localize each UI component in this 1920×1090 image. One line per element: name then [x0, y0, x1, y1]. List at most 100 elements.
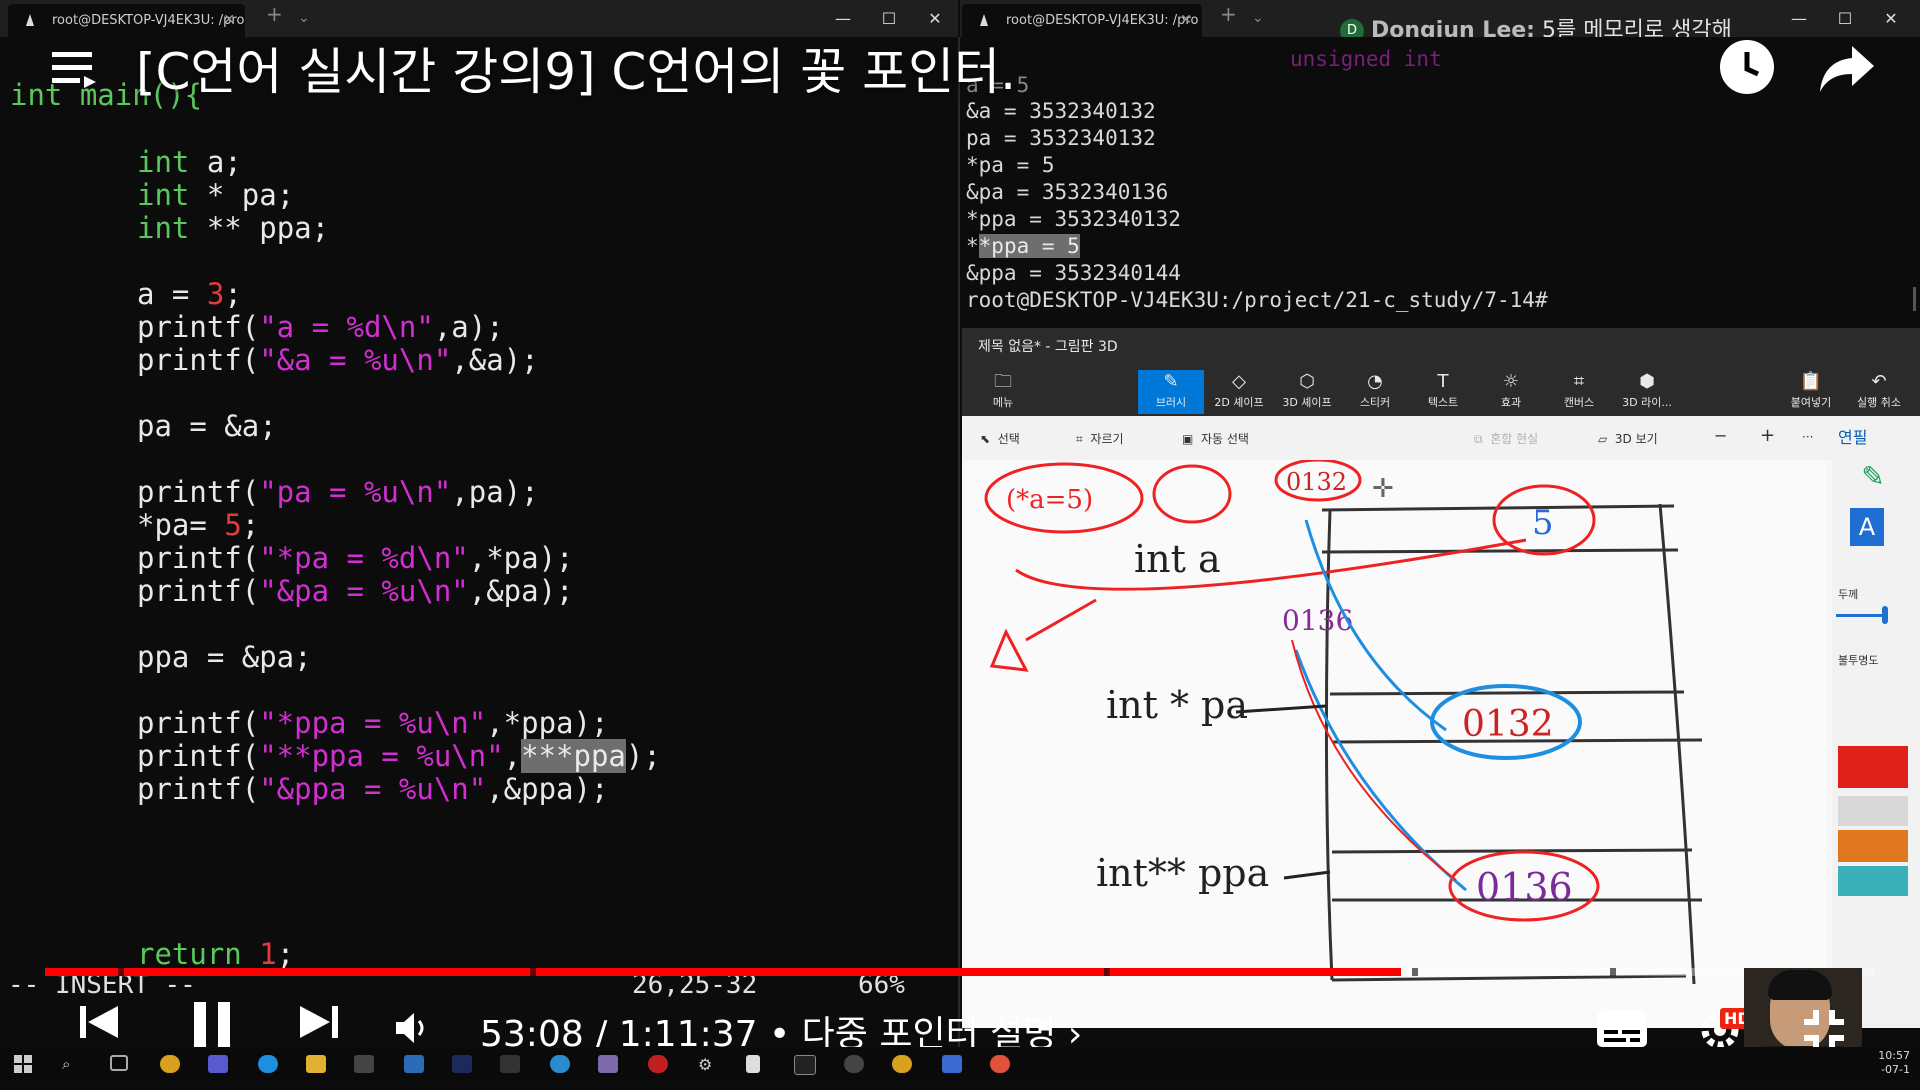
maximize-button[interactable]: ☐	[1822, 0, 1868, 37]
pointer-arrow	[1283, 870, 1331, 880]
terminal-line: **ppa = 5	[966, 234, 1080, 258]
effects-tab[interactable]: ☼ 효과	[1478, 370, 1544, 414]
calligraphy-pen-icon[interactable]: A	[1850, 508, 1884, 546]
code-line: printf("a = %d\n",a);	[137, 310, 504, 344]
chrome-icon[interactable]	[160, 1055, 180, 1073]
mail-app-icon[interactable]	[598, 1055, 618, 1073]
2d-shapes-tab[interactable]: ◇ 2D 셰이프	[1206, 370, 1272, 414]
close-window-button[interactable]: ✕	[1868, 0, 1914, 37]
progress-played[interactable]	[45, 968, 1402, 976]
pointer-note: (*a=5)	[1006, 485, 1093, 515]
number-literal: 1	[259, 937, 277, 971]
3d-view-button[interactable]: ▱ 3D 보기	[1598, 430, 1658, 447]
new-tab-icon[interactable]: +	[1220, 2, 1237, 26]
thickness-slider[interactable]	[1836, 614, 1886, 617]
pencil-tool-icon[interactable]: ✎	[1838, 460, 1908, 500]
app-icon[interactable]	[844, 1055, 864, 1073]
search-icon[interactable]: ⌕	[62, 1055, 82, 1073]
cursor-icon: ⬉	[980, 432, 991, 446]
file-explorer-icon[interactable]	[306, 1055, 326, 1073]
record-icon[interactable]	[648, 1055, 668, 1073]
sun-icon: ☼	[1502, 371, 1520, 392]
watch-later-icon[interactable]	[1718, 38, 1776, 100]
windows-start-icon[interactable]	[14, 1055, 34, 1073]
edge-icon[interactable]	[258, 1055, 278, 1073]
tab-title: root@DESKTOP-VJ4EK3U: /pro	[52, 13, 245, 28]
scrollbar[interactable]	[1913, 287, 1916, 311]
menu-icon[interactable]	[52, 48, 96, 92]
pointer-arrow	[1025, 598, 1097, 642]
share-icon[interactable]	[1818, 44, 1876, 98]
magic-select-button[interactable]: ▣ 자동 선택	[1182, 430, 1249, 447]
brush-tab[interactable]: ✎ 브러시	[1138, 370, 1204, 414]
brush-icon: ✎	[1163, 371, 1179, 392]
video-title[interactable]: [C언어 실시간 강의9] C언어의 꽃 포인터.	[136, 32, 1016, 104]
select-button[interactable]: ⬉ 선택	[980, 430, 1020, 447]
ribbon-label: 실행 취소	[1857, 396, 1901, 409]
next-icon[interactable]	[298, 1002, 338, 1046]
chapter-marker	[118, 968, 124, 976]
new-tab-icon[interactable]: +	[266, 2, 283, 26]
subtitles-icon[interactable]	[1596, 1010, 1648, 1052]
settings-icon[interactable]: ⚙	[698, 1055, 718, 1074]
menu-button[interactable]: 🗀 메뉴	[970, 370, 1036, 414]
chrome-icon[interactable]	[892, 1055, 912, 1073]
more-options-button[interactable]: ···	[1802, 430, 1813, 444]
app-icon[interactable]	[208, 1055, 228, 1073]
app-icon[interactable]	[942, 1055, 962, 1073]
linux-tux-icon	[980, 14, 988, 26]
code-line: printf("*pa = %d\n",*pa);	[137, 541, 574, 575]
mixed-reality-button[interactable]: ⧉ 혼합 현실	[1474, 430, 1538, 447]
string-literal: "&a = %u\n"	[259, 343, 452, 377]
code-text: printf(	[137, 574, 260, 608]
clock-date: -07-1	[1881, 1063, 1910, 1076]
vim-editor[interactable]: int main(){ int a; int * pa; int ** ppa;…	[0, 40, 958, 1000]
chapter-marker	[1412, 968, 1418, 976]
string-literal: "&pa = %u\n"	[259, 574, 469, 608]
stickers-tab[interactable]: ◔ 스티커	[1342, 370, 1408, 414]
code-line: a = 3;	[137, 277, 242, 311]
color-swatch[interactable]	[1838, 796, 1908, 826]
canvas-tab[interactable]: ⌗ 캔버스	[1546, 370, 1612, 414]
store-icon[interactable]	[354, 1055, 374, 1073]
3d-shapes-tab[interactable]: ⬡ 3D 셰이프	[1274, 370, 1340, 414]
system-clock[interactable]: 10:57 -07-1	[1878, 1049, 1910, 1077]
undo-button[interactable]: ↶ 실행 취소	[1846, 370, 1912, 414]
photoshop-icon[interactable]	[452, 1055, 472, 1073]
task-view-icon[interactable]	[110, 1055, 128, 1071]
chevron-down-icon[interactable]: ⌄	[1252, 10, 1264, 26]
code-line: int ** ppa;	[137, 211, 329, 245]
keyword: return	[137, 937, 242, 971]
string-literal: "pa = %u\n"	[259, 475, 452, 509]
string-literal: "*pa = %d\n"	[259, 541, 469, 575]
color-swatch[interactable]	[1838, 830, 1908, 862]
code-text: ,&a);	[451, 343, 539, 377]
linux-tux-icon	[26, 14, 34, 26]
zoom-in-button[interactable]: +	[1760, 425, 1775, 446]
pointer-arrow	[1015, 538, 1527, 591]
mail-icon[interactable]	[404, 1055, 424, 1073]
crop-button[interactable]: ⌗ 자르기	[1076, 430, 1124, 447]
color-swatch[interactable]	[1838, 746, 1908, 788]
previous-icon[interactable]	[80, 1002, 120, 1046]
app-icon[interactable]	[500, 1055, 520, 1073]
chevron-down-icon[interactable]: ⌄	[298, 10, 310, 26]
drawing-canvas[interactable]: int a int * pa int** ppa 5 0132 0136 013…	[966, 460, 1826, 1028]
code-text: ppa = &pa;	[137, 640, 312, 674]
paint3d-icon[interactable]	[990, 1055, 1010, 1073]
string-literal: "*ppa = %u\n"	[259, 706, 487, 740]
text-tab[interactable]: T 텍스트	[1410, 370, 1476, 414]
terminal-icon[interactable]	[794, 1055, 816, 1075]
volume-icon[interactable]	[394, 1010, 430, 1050]
3d-library-tab[interactable]: ⬢ 3D 라이...	[1614, 370, 1680, 414]
code-text: ,a);	[433, 310, 504, 344]
zoom-out-button[interactable]: −	[1714, 426, 1727, 445]
paste-button[interactable]: 📋 붙여넣기	[1778, 370, 1844, 414]
file-icon[interactable]	[746, 1055, 760, 1073]
ie-icon[interactable]	[550, 1055, 570, 1073]
minimize-button[interactable]: —	[1776, 0, 1822, 37]
slider-thumb[interactable]	[1882, 606, 1888, 624]
color-swatch[interactable]	[1838, 866, 1908, 896]
output-terminal[interactable]: a = 5 unsigned int &a = 3532340132 pa = …	[960, 37, 1920, 323]
close-icon[interactable]: ✕	[1180, 4, 1192, 37]
